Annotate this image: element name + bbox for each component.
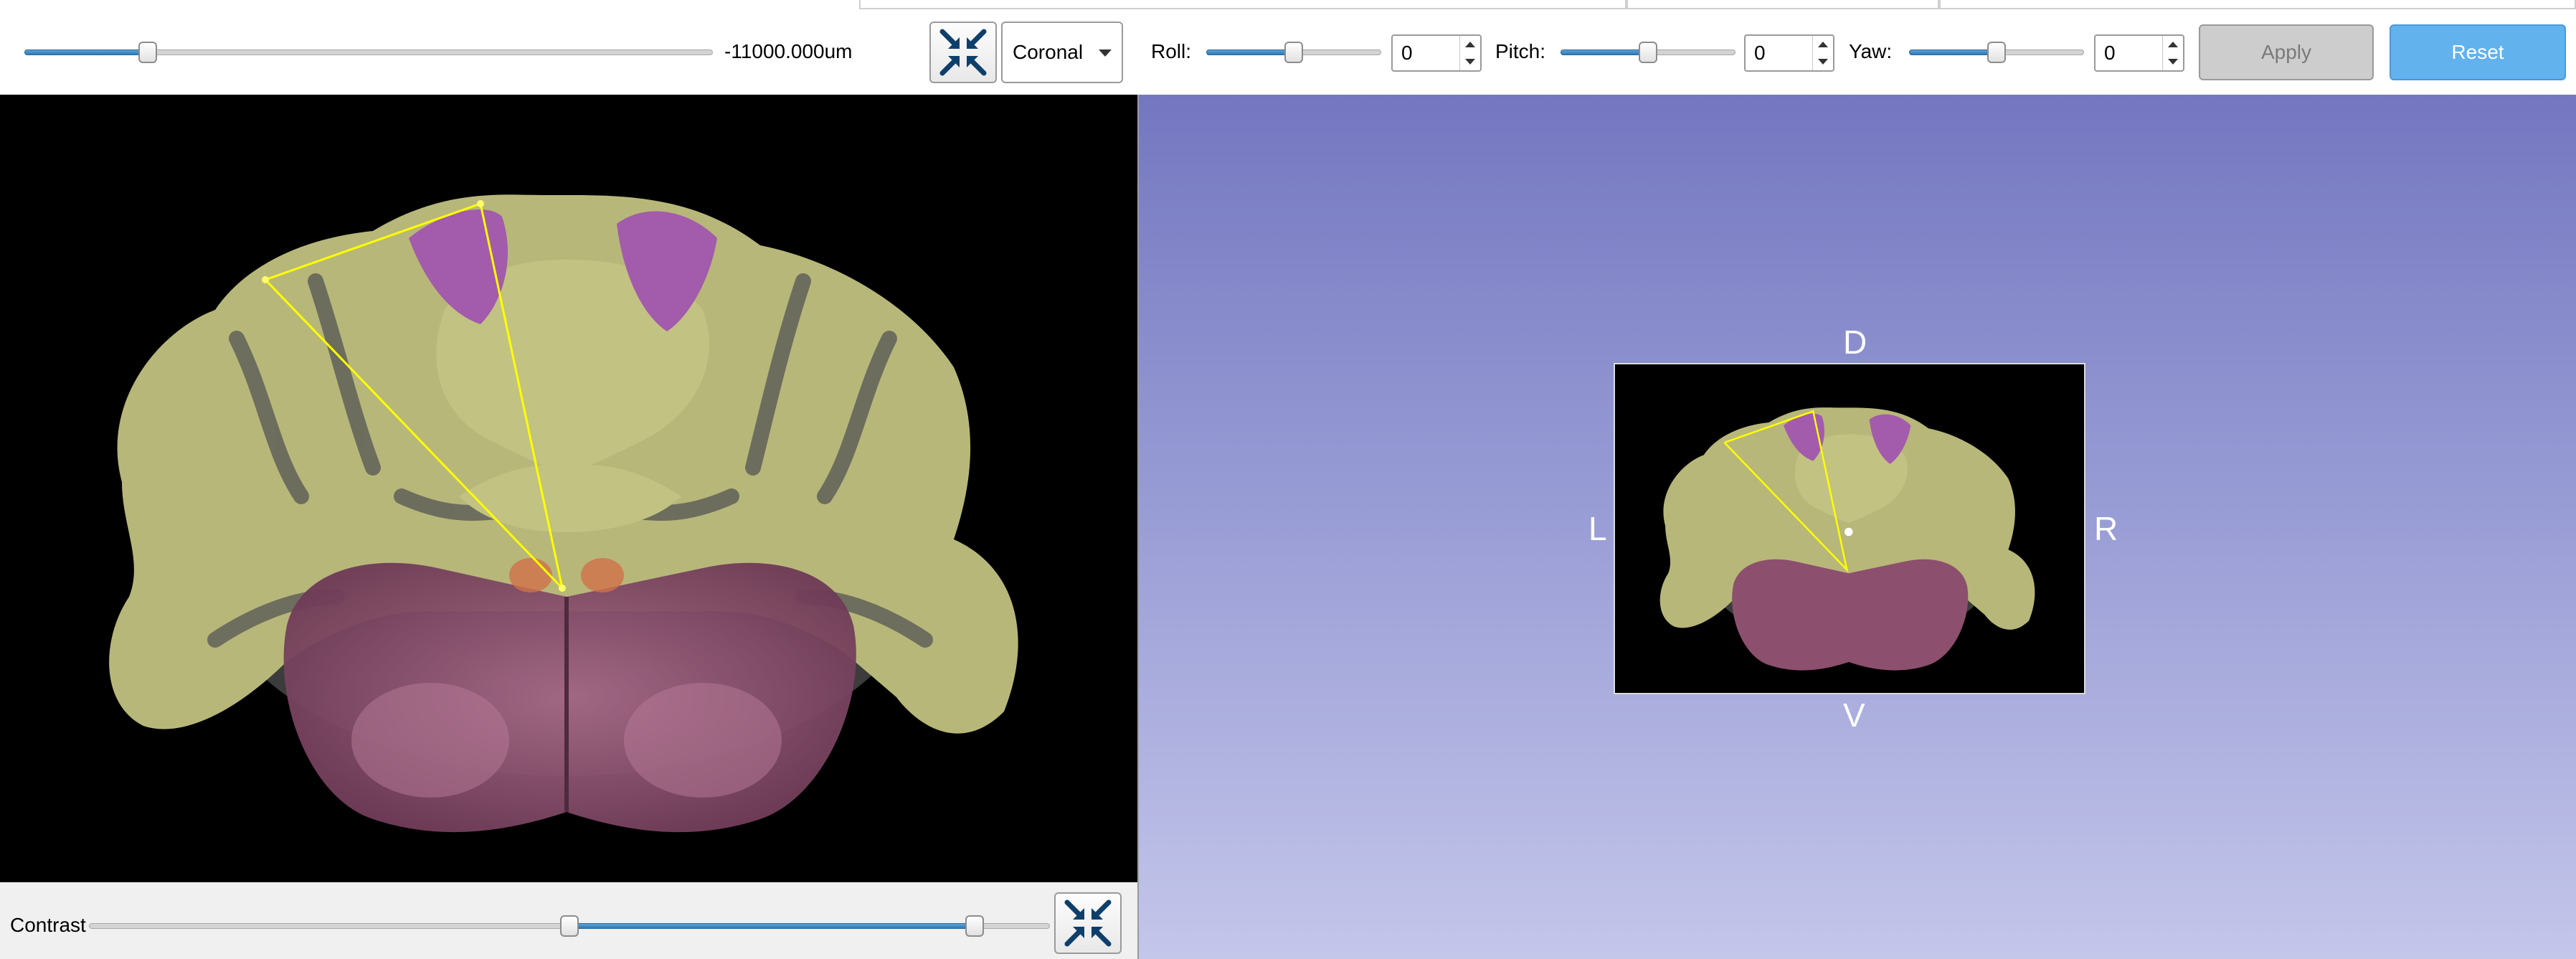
slice-plane-preview[interactable] bbox=[1614, 363, 2085, 694]
orientation-label-dorsal: D bbox=[1843, 323, 1867, 361]
pitch-value: 0 bbox=[1754, 42, 1766, 64]
orientation-label-ventral: V bbox=[1843, 696, 1865, 734]
reset-button[interactable]: Reset bbox=[2390, 24, 2566, 80]
contrast-range-slider[interactable] bbox=[89, 915, 1050, 937]
pitch-label: Pitch: bbox=[1495, 40, 1546, 62]
yaw-value: 0 bbox=[2104, 42, 2116, 64]
collapse-arrows-icon bbox=[939, 29, 987, 76]
roll-label: Roll: bbox=[1151, 40, 1192, 62]
slice-position-slider[interactable] bbox=[24, 42, 713, 63]
tab-strip bbox=[0, 0, 2576, 10]
collapse-contrast-button[interactable] bbox=[1054, 892, 1122, 954]
roll-slider[interactable] bbox=[1206, 42, 1381, 63]
slider-handle[interactable] bbox=[1284, 42, 1303, 63]
chevron-down-icon bbox=[1099, 49, 1112, 57]
spin-up-icon[interactable] bbox=[2168, 42, 2178, 47]
apply-button[interactable]: Apply bbox=[2199, 24, 2374, 80]
contrast-label: Contrast bbox=[10, 914, 86, 936]
yaw-label: Yaw: bbox=[1849, 40, 1893, 62]
annotation-vertex[interactable] bbox=[477, 200, 484, 207]
collapse-arrows-icon bbox=[1064, 899, 1112, 947]
roll-spinbox[interactable]: 0 bbox=[1391, 34, 1482, 72]
yaw-slider[interactable] bbox=[1909, 42, 2084, 63]
pitch-spinbox[interactable]: 0 bbox=[1744, 34, 1834, 72]
tab-segment[interactable] bbox=[859, 0, 1626, 9]
plane-select[interactable]: Coronal bbox=[1001, 22, 1123, 83]
roll-value: 0 bbox=[1401, 42, 1413, 64]
coronal-slice-image bbox=[109, 194, 1018, 833]
contrast-low-handle[interactable] bbox=[560, 915, 579, 937]
spin-up-icon[interactable] bbox=[1465, 42, 1475, 47]
yaw-spinbox[interactable]: 0 bbox=[2094, 34, 2184, 72]
annotation-vertex[interactable] bbox=[559, 585, 566, 592]
orientation-label-left: L bbox=[1588, 510, 1607, 547]
contrast-bar: Contrast bbox=[0, 882, 1137, 959]
spin-up-icon[interactable] bbox=[1818, 42, 1828, 47]
spin-down-icon[interactable] bbox=[2168, 59, 2178, 65]
slider-handle[interactable] bbox=[138, 42, 157, 63]
orientation-label-right: R bbox=[2094, 510, 2118, 547]
plane-select-value: Coronal bbox=[1013, 41, 1084, 63]
slice-view[interactable] bbox=[0, 95, 1137, 882]
toolbar: -11000.000um Coronal Roll: 0 Pitch: 0 Ya… bbox=[0, 10, 2576, 95]
3d-view[interactable]: D V L R bbox=[1139, 95, 2576, 959]
slice-thumbnail bbox=[1659, 407, 2035, 671]
slider-handle[interactable] bbox=[1987, 42, 2006, 63]
contrast-high-handle[interactable] bbox=[965, 915, 984, 937]
spin-down-icon[interactable] bbox=[1465, 59, 1475, 65]
slider-handle[interactable] bbox=[1639, 42, 1657, 63]
position-readout: -11000.000um bbox=[724, 40, 853, 62]
annotation-vertex[interactable] bbox=[262, 276, 269, 283]
tab-segment[interactable] bbox=[1626, 0, 1939, 9]
tab-segment[interactable] bbox=[1939, 0, 2576, 9]
pitch-slider[interactable] bbox=[1561, 42, 1736, 63]
collapse-view-button[interactable] bbox=[929, 22, 997, 83]
spin-down-icon[interactable] bbox=[1818, 59, 1828, 65]
